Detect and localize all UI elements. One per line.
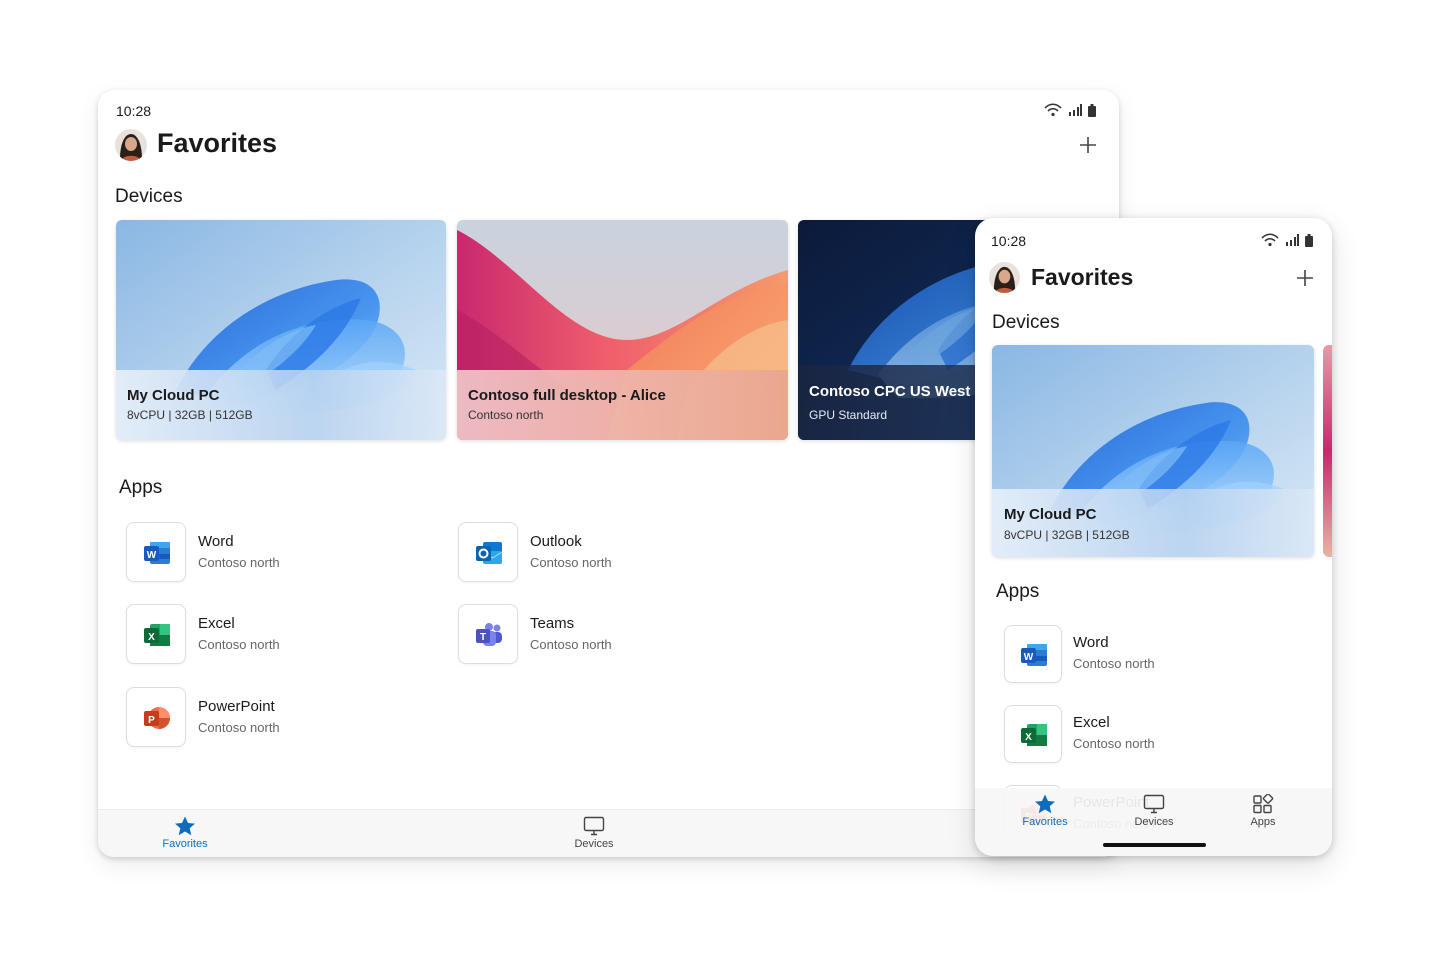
device-name: Contoso CPC US West -	[809, 383, 980, 400]
app-location: Contoso north	[198, 637, 280, 652]
app-item-powerpoint[interactable]: P PowerPoint Contoso north	[126, 687, 426, 747]
nav-favorites-label: Favorites	[1022, 816, 1068, 828]
apps-section-title: Apps	[996, 581, 1040, 602]
app-item-outlook[interactable]: Outlook Contoso north	[458, 522, 758, 582]
app-name: Excel	[198, 615, 235, 632]
outlook-icon	[476, 542, 503, 564]
device-name: My Cloud PC	[1004, 506, 1097, 523]
device-info-panel	[457, 370, 788, 440]
star-icon	[1035, 794, 1055, 814]
app-location: Contoso north	[530, 637, 612, 652]
app-item-teams[interactable]: T Teams Contoso north	[458, 604, 758, 664]
page-title: Favorites	[157, 128, 278, 158]
status-icons	[1044, 103, 1096, 117]
app-icon-tile: X	[126, 604, 186, 664]
app-icon-tile	[458, 522, 518, 582]
nav-apps-label: Apps	[1250, 816, 1276, 828]
app-location: Contoso north	[1073, 736, 1155, 751]
avatar[interactable]	[989, 262, 1020, 293]
status-time: 10:28	[991, 233, 1027, 249]
app-name: Excel	[1073, 714, 1110, 731]
app-location: Contoso north	[198, 555, 280, 570]
device-info-panel	[116, 370, 446, 440]
apps-section-title: Apps	[119, 477, 163, 498]
device-card-my-cloud-pc[interactable]: My Cloud PC 8vCPU | 32GB | 512GB	[116, 220, 446, 440]
nav-favorites[interactable]: Favorites	[140, 816, 230, 850]
page-title: Favorites	[1031, 264, 1134, 290]
add-icon[interactable]	[1295, 268, 1315, 288]
app-name: Teams	[530, 615, 575, 632]
nav-devices[interactable]: Devices	[1109, 794, 1199, 828]
add-icon[interactable]	[1078, 135, 1098, 155]
nav-favorites-label: Favorites	[162, 838, 208, 850]
powerpoint-icon: P	[144, 707, 170, 729]
home-indicator[interactable]	[1103, 843, 1206, 847]
excel-icon: X	[144, 624, 170, 646]
nav-devices[interactable]: Devices	[549, 816, 639, 850]
svg-text:W: W	[1024, 652, 1034, 663]
app-name: Word	[198, 533, 234, 550]
app-name: Outlook	[530, 533, 582, 550]
app-icon-tile: X	[1004, 705, 1062, 763]
app-item-excel[interactable]: X Excel Contoso north	[1004, 705, 1304, 763]
svg-text:T: T	[480, 632, 486, 643]
svg-text:X: X	[1025, 732, 1032, 743]
device-name: Contoso full desktop - Alice	[468, 387, 666, 404]
teams-icon: T	[476, 623, 502, 646]
star-icon	[175, 816, 195, 836]
app-item-word[interactable]: W Word Contoso north	[126, 522, 426, 582]
app-icon-tile: W	[126, 522, 186, 582]
device-card-peek[interactable]	[1323, 345, 1332, 557]
device-card-contoso-full-desktop[interactable]: Contoso full desktop - Alice Contoso nor…	[457, 220, 788, 440]
nav-favorites[interactable]: Favorites	[1000, 794, 1090, 828]
device-spec: 8vCPU | 32GB | 512GB	[1004, 528, 1130, 542]
app-icon-tile: P	[126, 687, 186, 747]
word-icon: W	[144, 542, 170, 564]
app-name: PowerPoint	[198, 698, 275, 715]
device-spec: Contoso north	[468, 408, 544, 422]
bottom-navigation: Favorites Devices	[98, 809, 1119, 857]
status-time: 10:28	[116, 103, 152, 119]
device-name: My Cloud PC	[127, 387, 220, 404]
nav-devices-label: Devices	[574, 838, 614, 850]
app-location: Contoso north	[1073, 656, 1155, 671]
app-location: Contoso north	[198, 720, 280, 735]
signal-icon	[1286, 234, 1299, 246]
monitor-icon	[1143, 794, 1165, 814]
tablet-window: 10:28 Favorites Devices My Cloud PC 8vCP…	[98, 90, 1119, 857]
word-icon: W	[1021, 644, 1047, 666]
devices-section-title: Devices	[992, 312, 1060, 333]
device-spec: 8vCPU | 32GB | 512GB	[127, 408, 253, 422]
status-icons	[1261, 233, 1313, 247]
device-card-my-cloud-pc[interactable]: My Cloud PC 8vCPU | 32GB | 512GB	[992, 345, 1314, 557]
app-name: Word	[1073, 634, 1109, 651]
svg-text:P: P	[148, 715, 155, 726]
svg-text:W: W	[147, 550, 157, 561]
monitor-icon	[583, 816, 605, 836]
battery-icon	[1305, 233, 1313, 247]
phone-window: 10:28 Favorites Devices My Cloud PC 8vCP…	[975, 218, 1332, 856]
signal-icon	[1069, 104, 1082, 116]
battery-icon	[1088, 103, 1096, 117]
nav-devices-label: Devices	[1134, 816, 1174, 828]
device-spec: GPU Standard	[809, 408, 888, 422]
app-item-word[interactable]: W Word Contoso north	[1004, 625, 1304, 683]
app-icon-tile: W	[1004, 625, 1062, 683]
nav-apps[interactable]: Apps	[1218, 794, 1308, 828]
device-info-panel	[992, 489, 1314, 557]
wifi-icon	[1044, 103, 1062, 117]
avatar[interactable]	[115, 129, 147, 161]
wifi-icon	[1261, 233, 1279, 247]
svg-text:X: X	[148, 632, 155, 643]
apps-grid-icon	[1253, 794, 1274, 814]
excel-icon: X	[1021, 724, 1047, 746]
app-location: Contoso north	[530, 555, 612, 570]
devices-section-title: Devices	[115, 186, 183, 207]
app-item-excel[interactable]: X Excel Contoso north	[126, 604, 426, 664]
app-icon-tile: T	[458, 604, 518, 664]
